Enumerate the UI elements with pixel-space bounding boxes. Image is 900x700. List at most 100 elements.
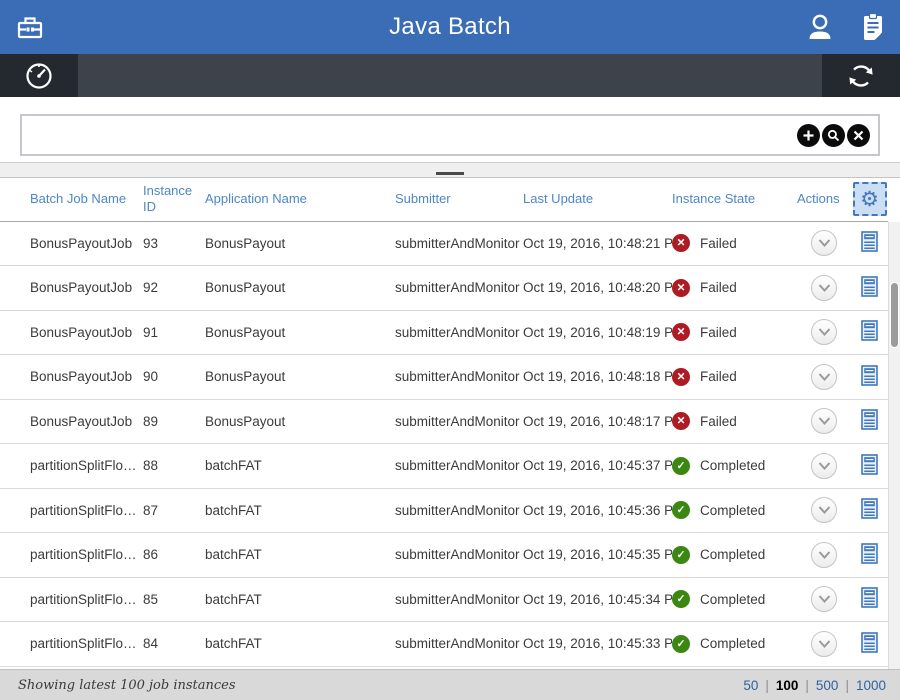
actions-expand-button[interactable] bbox=[811, 275, 837, 301]
cell-actions bbox=[797, 310, 851, 355]
state-icon: ✓ bbox=[672, 457, 690, 475]
user-icon[interactable] bbox=[806, 13, 834, 41]
state-label: Completed bbox=[700, 636, 765, 651]
cell-submitter: submitterAndMonitor bbox=[395, 444, 523, 489]
cell-batch-job-name: partitionSplitFlo… bbox=[0, 622, 143, 667]
actions-expand-button[interactable] bbox=[811, 497, 837, 523]
cell-application-name: batchFAT bbox=[205, 533, 395, 578]
refresh-icon[interactable] bbox=[822, 54, 900, 97]
col-application-name[interactable]: Application Name bbox=[205, 178, 395, 221]
page-size-100[interactable]: 100 bbox=[776, 678, 799, 693]
state-label: Completed bbox=[700, 503, 765, 518]
cell-application-name: batchFAT bbox=[205, 444, 395, 489]
dashboard-gauge-icon[interactable] bbox=[0, 54, 78, 97]
page-size-selector: 50 | 100 | 500 | 1000 bbox=[743, 678, 886, 693]
actions-expand-button[interactable] bbox=[811, 631, 837, 657]
status-text: Showing latest 100 job instances bbox=[18, 678, 236, 693]
state-label: Failed bbox=[700, 280, 737, 295]
state-label: Completed bbox=[700, 547, 765, 562]
view-log-icon[interactable] bbox=[861, 543, 878, 564]
cell-instance-id: 92 bbox=[143, 266, 205, 311]
table-row: partitionSplitFlo… 87 batchFAT submitter… bbox=[0, 488, 888, 533]
state-icon: ✓ bbox=[672, 546, 690, 564]
add-filter-icon[interactable] bbox=[797, 124, 820, 147]
toolbox-icon[interactable] bbox=[14, 12, 46, 42]
pager-separator: | bbox=[765, 678, 769, 693]
table-row: BonusPayoutJob 92 BonusPayout submitterA… bbox=[0, 266, 888, 311]
col-batch-job-name[interactable]: Batch Job Name bbox=[0, 178, 143, 221]
search-panel bbox=[0, 97, 900, 162]
state-label: Failed bbox=[700, 325, 737, 340]
view-log-icon[interactable] bbox=[861, 632, 878, 653]
state-label: Completed bbox=[700, 458, 765, 473]
cell-submitter: submitterAndMonitor bbox=[395, 533, 523, 578]
state-label: Failed bbox=[700, 369, 737, 384]
col-last-update[interactable]: Last Update bbox=[523, 178, 672, 221]
gear-icon[interactable]: ⚙ bbox=[853, 182, 887, 216]
cell-application-name: BonusPayout bbox=[205, 399, 395, 444]
cell-submitter: submitterAndMonitor bbox=[395, 221, 523, 266]
splitter-drag-handle[interactable] bbox=[436, 172, 464, 175]
table-row: BonusPayoutJob 89 BonusPayout submitterA… bbox=[0, 399, 888, 444]
view-log-icon[interactable] bbox=[861, 320, 878, 341]
panel-splitter bbox=[0, 162, 900, 178]
cell-last-update: Oct 19, 2016, 10:48:21 PM bbox=[523, 221, 672, 266]
scrollbar-thumb[interactable] bbox=[890, 282, 899, 348]
cell-batch-job-name: BonusPayoutJob bbox=[0, 355, 143, 400]
clear-icon[interactable] bbox=[847, 124, 870, 147]
page-size-500[interactable]: 500 bbox=[816, 678, 839, 693]
cell-instance-id: 85 bbox=[143, 577, 205, 622]
page-title: Java Batch bbox=[0, 13, 900, 41]
actions-expand-button[interactable] bbox=[811, 586, 837, 612]
actions-expand-button[interactable] bbox=[811, 364, 837, 390]
actions-expand-button[interactable] bbox=[811, 542, 837, 568]
col-instance-state[interactable]: Instance State bbox=[672, 178, 797, 221]
vertical-scrollbar[interactable] bbox=[888, 222, 900, 669]
state-icon: ✓ bbox=[672, 501, 690, 519]
cell-application-name: BonusPayout bbox=[205, 221, 395, 266]
cell-submitter: submitterAndMonitor bbox=[395, 266, 523, 311]
view-log-icon[interactable] bbox=[861, 231, 878, 252]
actions-expand-button[interactable] bbox=[811, 230, 837, 256]
view-log-icon[interactable] bbox=[861, 409, 878, 430]
cell-actions bbox=[797, 399, 851, 444]
cell-submitter: submitterAndMonitor bbox=[395, 355, 523, 400]
view-log-icon[interactable] bbox=[861, 276, 878, 297]
search-icon[interactable] bbox=[822, 124, 845, 147]
clipboard-icon[interactable] bbox=[860, 12, 886, 42]
col-submitter[interactable]: Submitter bbox=[395, 178, 523, 221]
view-log-icon[interactable] bbox=[861, 454, 878, 475]
cell-last-update: Oct 19, 2016, 10:45:33 PM bbox=[523, 622, 672, 667]
cell-instance-id: 87 bbox=[143, 488, 205, 533]
cell-actions bbox=[797, 221, 851, 266]
cell-last-update: Oct 19, 2016, 10:48:20 PM bbox=[523, 266, 672, 311]
cell-last-update: Oct 19, 2016, 10:45:35 PM bbox=[523, 533, 672, 578]
cell-instance-id: 89 bbox=[143, 399, 205, 444]
pager-separator: | bbox=[845, 678, 849, 693]
cell-last-update: Oct 19, 2016, 10:48:18 PM bbox=[523, 355, 672, 400]
cell-last-update: Oct 19, 2016, 10:48:17 PM bbox=[523, 399, 672, 444]
view-log-icon[interactable] bbox=[861, 498, 878, 519]
state-icon: ✕ bbox=[672, 279, 690, 297]
page-size-50[interactable]: 50 bbox=[743, 678, 758, 693]
cell-instance-state: ✓ Completed bbox=[672, 622, 797, 667]
page-size-1000[interactable]: 1000 bbox=[856, 678, 886, 693]
search-input[interactable] bbox=[32, 116, 795, 154]
actions-expand-button[interactable] bbox=[811, 319, 837, 345]
view-log-icon[interactable] bbox=[861, 365, 878, 386]
actions-expand-button[interactable] bbox=[811, 408, 837, 434]
cell-view-log bbox=[851, 266, 888, 311]
col-instance-id[interactable]: Instance ID bbox=[143, 178, 205, 221]
view-log-icon[interactable] bbox=[861, 587, 878, 608]
state-icon: ✕ bbox=[672, 412, 690, 430]
cell-instance-id: 93 bbox=[143, 221, 205, 266]
cell-instance-id: 90 bbox=[143, 355, 205, 400]
state-icon: ✕ bbox=[672, 234, 690, 252]
actions-expand-button[interactable] bbox=[811, 453, 837, 479]
pager-separator: | bbox=[805, 678, 809, 693]
cell-view-log bbox=[851, 444, 888, 489]
cell-actions bbox=[797, 355, 851, 400]
cell-instance-state: ✕ Failed bbox=[672, 221, 797, 266]
col-actions[interactable]: Actions bbox=[797, 178, 851, 221]
cell-instance-state: ✓ Completed bbox=[672, 444, 797, 489]
